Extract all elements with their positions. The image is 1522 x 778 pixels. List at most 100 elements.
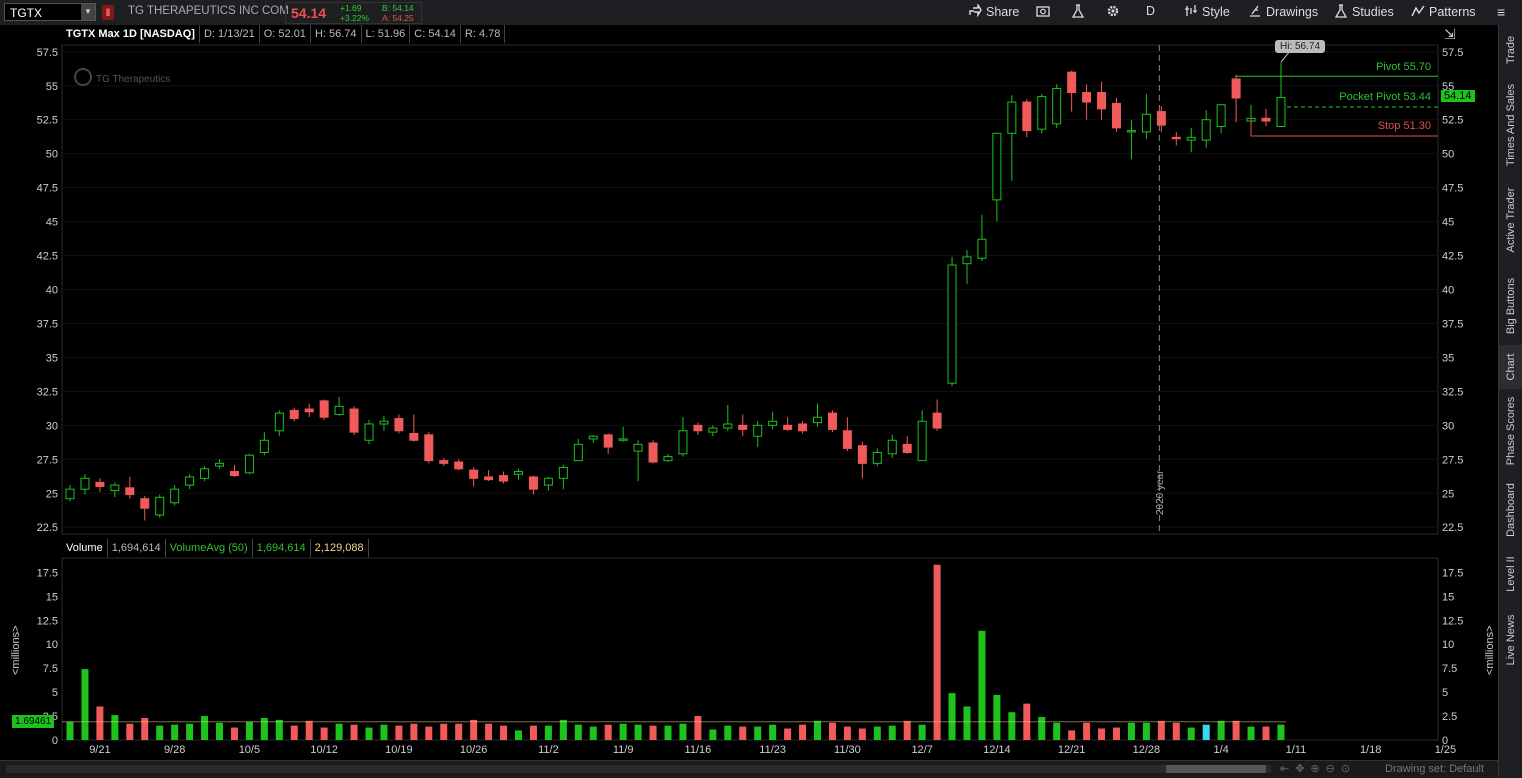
candle[interactable] bbox=[1216, 104, 1226, 134]
candle[interactable] bbox=[1067, 70, 1077, 112]
volume-bar[interactable] bbox=[1053, 722, 1061, 740]
candle[interactable] bbox=[663, 453, 673, 463]
volume-bar[interactable] bbox=[574, 724, 582, 740]
candle[interactable] bbox=[125, 476, 135, 499]
volume-bar[interactable] bbox=[500, 725, 508, 740]
candle[interactable] bbox=[215, 459, 224, 469]
candle[interactable] bbox=[319, 399, 329, 420]
candle[interactable] bbox=[454, 459, 464, 471]
volume-bar[interactable] bbox=[201, 716, 209, 740]
volume-bar[interactable] bbox=[873, 726, 881, 740]
candle[interactable] bbox=[783, 417, 793, 431]
volume-bar[interactable] bbox=[260, 717, 268, 740]
candle[interactable] bbox=[932, 399, 942, 431]
volume-bar[interactable] bbox=[141, 717, 149, 740]
candle[interactable] bbox=[1141, 93, 1151, 139]
candle[interactable] bbox=[798, 421, 808, 434]
candle[interactable] bbox=[768, 411, 778, 430]
volume-bar[interactable] bbox=[754, 726, 762, 740]
volume-bar[interactable] bbox=[186, 723, 194, 740]
drawings-button[interactable]: Drawings bbox=[1248, 4, 1318, 19]
candle[interactable] bbox=[603, 433, 613, 454]
zoom-controls[interactable]: ⇤✥⊕⊖⊙ bbox=[1280, 762, 1356, 775]
volume-bar[interactable] bbox=[410, 723, 418, 740]
candle[interactable] bbox=[648, 440, 658, 464]
volume-bar[interactable] bbox=[589, 726, 597, 740]
candle[interactable] bbox=[499, 471, 509, 484]
tab-dashboard[interactable]: Dashboard bbox=[1499, 475, 1522, 545]
volume-bar[interactable] bbox=[903, 720, 911, 740]
symbol-input[interactable]: TGTX ▼ bbox=[4, 3, 96, 21]
axis-settings-icon[interactable]: ⇲ bbox=[1444, 26, 1456, 43]
volume-bar[interactable] bbox=[230, 727, 238, 740]
candle[interactable] bbox=[857, 441, 867, 479]
candle[interactable] bbox=[394, 414, 404, 434]
snapshot-button[interactable] bbox=[1036, 4, 1054, 19]
volume-bar[interactable] bbox=[918, 724, 926, 740]
volume-bar[interactable] bbox=[455, 723, 463, 740]
volume-bar[interactable] bbox=[694, 716, 702, 740]
volume-bar[interactable] bbox=[1277, 724, 1285, 740]
candle[interactable] bbox=[678, 417, 688, 457]
volume-bar[interactable] bbox=[350, 724, 358, 740]
volume-bar[interactable] bbox=[305, 720, 313, 740]
volume-bar[interactable] bbox=[1157, 720, 1165, 740]
style-button[interactable]: Style bbox=[1184, 4, 1230, 19]
tab-times-and-sales[interactable]: Times And Sales bbox=[1499, 77, 1522, 173]
volume-bar[interactable] bbox=[335, 723, 343, 740]
volume-bar[interactable] bbox=[1098, 728, 1106, 740]
candle[interactable] bbox=[1261, 108, 1271, 127]
volume-bar[interactable] bbox=[440, 723, 448, 740]
tab-big-buttons[interactable]: Big Buttons bbox=[1499, 267, 1522, 345]
aggregation-button[interactable]: D bbox=[1146, 4, 1155, 18]
settings-button[interactable] bbox=[1106, 4, 1124, 19]
volume-bar[interactable] bbox=[1038, 717, 1046, 740]
candle[interactable] bbox=[1037, 93, 1047, 134]
candle[interactable] bbox=[514, 468, 523, 480]
volume-bar[interactable] bbox=[66, 721, 74, 740]
volume-bar[interactable] bbox=[1008, 712, 1016, 740]
tab-trade[interactable]: Trade bbox=[1499, 25, 1522, 75]
volume-bar[interactable] bbox=[515, 730, 522, 740]
volume-bar[interactable] bbox=[485, 723, 493, 740]
candle[interactable] bbox=[1201, 110, 1211, 149]
volume-bar[interactable] bbox=[619, 723, 627, 740]
volume-bar[interactable] bbox=[96, 706, 104, 740]
scroll-thumb[interactable] bbox=[1166, 765, 1266, 773]
volume-bar[interactable] bbox=[111, 715, 119, 740]
share-button[interactable]: Share bbox=[968, 4, 1019, 19]
candle[interactable] bbox=[723, 404, 733, 431]
volume-bar[interactable] bbox=[470, 719, 478, 740]
volume-bar[interactable] bbox=[724, 725, 732, 740]
horizontal-scrollbar[interactable] bbox=[6, 765, 1271, 773]
volume-bar[interactable] bbox=[948, 693, 956, 740]
candle[interactable] bbox=[1231, 74, 1241, 123]
candle[interactable] bbox=[140, 495, 150, 521]
volume-bar[interactable] bbox=[1142, 722, 1150, 740]
candle[interactable] bbox=[304, 403, 314, 418]
candle[interactable] bbox=[887, 434, 897, 458]
candle[interactable] bbox=[543, 476, 553, 491]
candle[interactable] bbox=[1276, 62, 1286, 128]
candle[interactable] bbox=[1112, 97, 1121, 132]
candle[interactable] bbox=[274, 410, 284, 437]
volume-bar[interactable] bbox=[81, 669, 89, 740]
candle[interactable] bbox=[409, 414, 419, 442]
candle[interactable] bbox=[738, 414, 748, 437]
candle[interactable] bbox=[753, 421, 763, 448]
volume-bar[interactable] bbox=[649, 725, 657, 740]
candle[interactable] bbox=[95, 478, 105, 492]
candle[interactable] bbox=[708, 425, 718, 437]
volume-bar[interactable] bbox=[1217, 720, 1225, 740]
volume-bar[interactable] bbox=[559, 719, 567, 740]
candle[interactable] bbox=[902, 436, 912, 454]
volume-bar[interactable] bbox=[1068, 730, 1076, 740]
volume-bar[interactable] bbox=[993, 694, 1001, 740]
candle[interactable] bbox=[349, 406, 359, 435]
flask-button[interactable] bbox=[1071, 4, 1089, 19]
volume-bar[interactable] bbox=[769, 724, 777, 740]
candle[interactable] bbox=[155, 494, 165, 518]
candle[interactable] bbox=[872, 448, 882, 467]
tab-level-ii[interactable]: Level II bbox=[1499, 549, 1522, 599]
tab-active-trader[interactable]: Active Trader bbox=[1499, 177, 1522, 263]
